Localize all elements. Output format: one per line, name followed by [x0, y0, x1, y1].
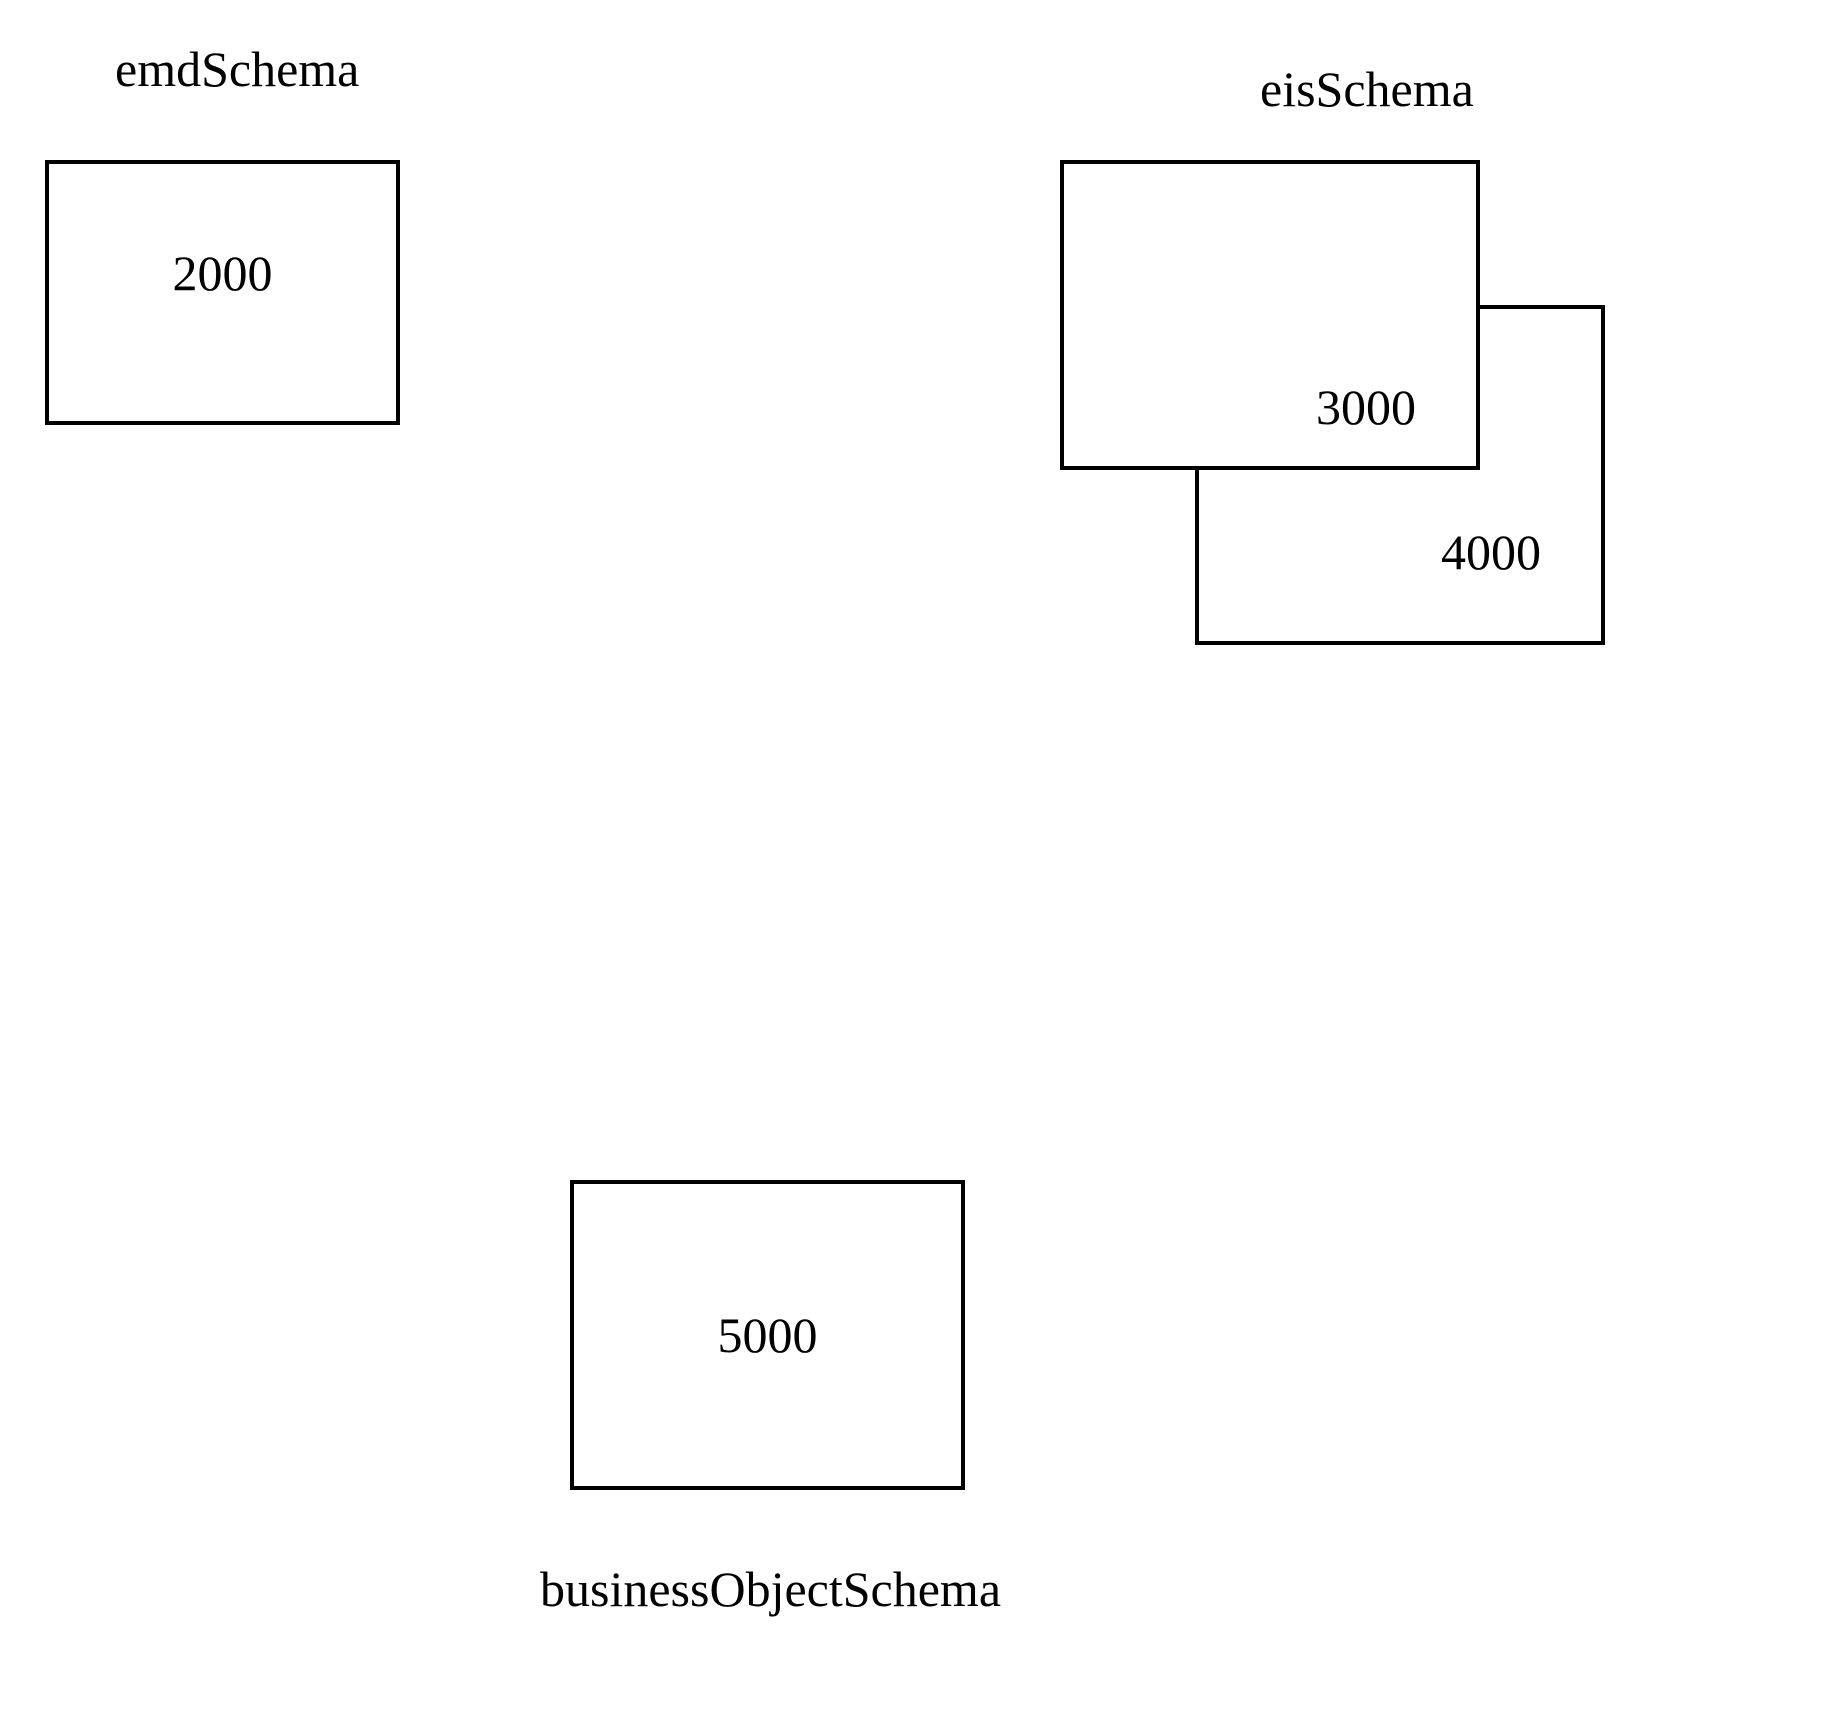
emd-schema-label: emdSchema: [115, 40, 359, 98]
eis-schema-label: eisSchema: [1260, 60, 1474, 118]
box-5000: 5000: [570, 1180, 965, 1490]
business-object-schema-label: businessObjectSchema: [540, 1560, 1001, 1618]
box-3000: 3000: [1060, 160, 1480, 470]
box-4000-value: 4000: [1441, 523, 1541, 581]
box-3000-value: 3000: [1316, 378, 1416, 436]
box-5000-value: 5000: [718, 1306, 818, 1364]
box-2000-value: 2000: [173, 244, 273, 302]
box-2000: 2000: [45, 160, 400, 425]
